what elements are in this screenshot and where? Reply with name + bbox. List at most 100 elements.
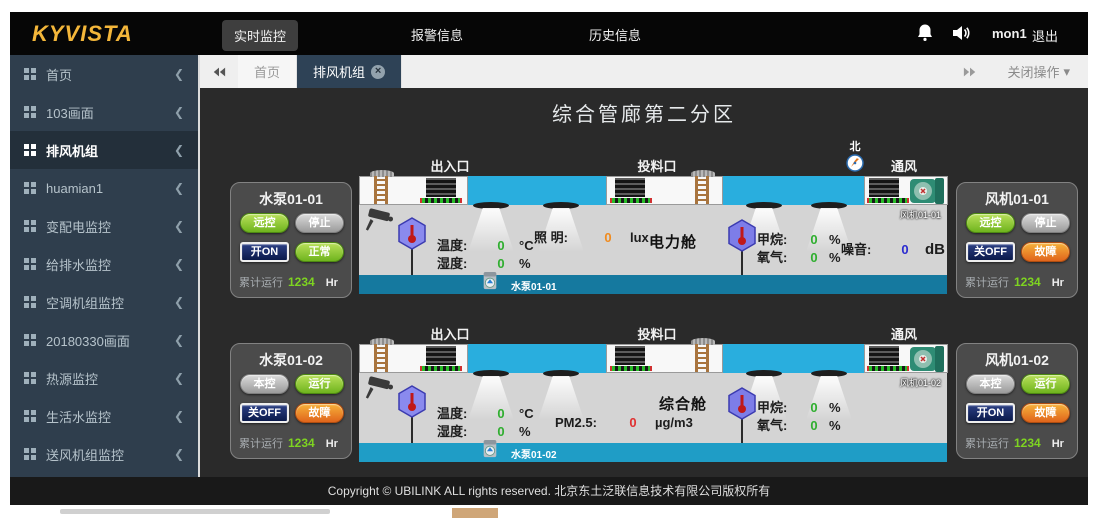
oxygen-reading: 氧气: 0 % [757,415,841,434]
stairs-icon [426,346,456,365]
sidebar-item-supply-fan-unit[interactable]: 送风机组监控 ❮ [10,435,198,473]
stairs-icon [615,178,645,197]
tab-home[interactable]: 首页 [238,55,297,88]
remote-control-button[interactable]: 远控 [966,213,1015,233]
status-fault-lamp: 故障 [1021,403,1070,423]
tunnel-top-duct [359,176,947,205]
close-operations-menu[interactable]: 关闭操作 ▾ [989,55,1088,88]
stairs-icon [426,178,456,197]
entrance-label: 出入口 [430,324,469,343]
copyright-footer: Copyright © UBILINK ALL rights reserved.… [10,477,1088,505]
pump-icon [481,269,499,293]
led-strip-icon [610,198,652,203]
grid-icon [24,68,36,80]
ceiling-lamp-icon [746,370,782,377]
grid-icon [24,372,36,384]
runtime-counter: 累计运行1234Hr [239,274,338,290]
tab-exhaust-fan-unit[interactable]: 排风机组 × [297,55,402,88]
status-stopped-lamp: 停止 [295,213,344,233]
sidebar-item-heat-source[interactable]: 热源监控 ❮ [10,359,198,397]
local-control-button[interactable]: 本控 [240,374,289,394]
ceiling-lamp-icon [543,202,579,209]
chevron-left-icon: ❮ [174,143,184,157]
led-strip-icon [867,366,909,371]
cutoff-element [452,508,498,518]
chevron-left-icon: ❮ [174,181,184,195]
pump-card-01-01: 水泵01-01 远控 停止 开ON 正常 累计运行1234Hr [230,182,352,298]
pm25-reading: PM2.5: 0 µg/m3 [555,415,693,430]
ladder-icon [374,344,388,372]
temperature-reading: 温度: 0 °C [437,403,534,422]
cabin-label: 电力舱 [649,231,697,252]
sidebar-item-hvac-unit[interactable]: 空调机组监控 ❮ [10,283,198,321]
ceiling-lamp-icon [811,370,847,377]
oxygen-reading: 氧气: 0 % [757,247,841,266]
sidebar-item-home[interactable]: 首页 ❮ [10,55,198,93]
status-fault-lamp: 故障 [1021,242,1070,262]
scroll-tabs-left-icon[interactable] [200,55,238,88]
entrance-box [359,176,468,205]
chevron-left-icon: ❮ [174,219,184,233]
ladder-icon [374,176,388,204]
nav-alarm-info[interactable]: 报警信息 [411,25,463,44]
nav-realtime-monitor[interactable]: 实时监控 [222,20,298,51]
grid-icon [24,106,36,118]
fan-card-01-01: 风机01-01 远控 停止 关OFF 故障 累计运行1234Hr [956,182,1078,298]
status-normal-lamp: 正常 [295,242,344,262]
fan-card-01-02: 风机01-02 本控 运行 开ON 故障 累计运行1234Hr [956,343,1078,459]
power-off-button[interactable]: 关OFF [966,242,1015,262]
tunnel-top-duct [359,344,947,373]
logout-link[interactable]: 退出 [1032,26,1058,45]
tunnel-floor-strip: 水泵01-02 [359,443,947,462]
pump-tag-label: 水泵01-01 [511,278,557,293]
chevron-left-icon: ❮ [174,67,184,81]
temperature-sensor-icon [397,217,427,251]
scada-canvas: 综合管廊第二分区 北 水泵01-01 远控 停止 开ON 正常 [200,88,1088,477]
north-label: 北 [845,138,865,154]
chevron-left-icon: ❮ [174,447,184,461]
sidebar-item-20180330-screen[interactable]: 20180330画面 ❮ [10,321,198,359]
power-on-button[interactable]: 开ON [966,403,1015,423]
sidebar-item-water-drainage[interactable]: 给排水监控 ❮ [10,245,198,283]
led-strip-icon [610,366,652,371]
pump-card-01-02: 水泵01-02 本控 运行 关OFF 故障 累计运行1234Hr [230,343,352,459]
nav-history-info[interactable]: 历史信息 [589,25,641,44]
ceiling-lamp-icon [543,370,579,377]
fan-tag-label: 风机01-02 [900,376,941,389]
feed-port-label: 投料口 [637,156,676,175]
tab-close-icon[interactable]: × [371,65,385,79]
sidebar-item-huamian1[interactable]: huamian1 ❮ [10,169,198,207]
bell-icon[interactable] [915,23,935,43]
brand-logo: KYVISTA [32,21,133,47]
fan-machine-icon [909,346,945,372]
sidebar: 首页 ❮ 103画面 ❮ 排风机组 ❮ huamian1 ❮ 变配电监控 [10,55,198,477]
feed-port-box [606,176,723,205]
grid-icon [24,410,36,422]
chevron-left-icon: ❮ [174,257,184,271]
tunnel-interior: 温度: 0 °C 湿度: 0 % 照 明: 0 lux [359,205,947,275]
illumination-reading: 照 明: 0 lux [534,227,649,246]
grid-icon [24,144,36,156]
sidebar-item-power-distribution[interactable]: 变配电监控 ❮ [10,207,198,245]
power-off-button[interactable]: 关OFF [240,403,289,423]
sidebar-item-103-screen[interactable]: 103画面 ❮ [10,93,198,131]
local-control-button[interactable]: 本控 [966,374,1015,394]
ladder-icon [695,344,709,372]
sidebar-item-exhaust-fan-unit[interactable]: 排风机组 ❮ [10,131,198,169]
cctv-camera-icon [363,207,401,233]
ceiling-lamp-icon [473,370,509,377]
page-title: 综合管廊第二分区 [200,98,1088,127]
vent-box [864,176,948,205]
remote-control-button[interactable]: 远控 [240,213,289,233]
led-strip-icon [420,366,462,371]
scroll-tabs-right-icon[interactable] [951,55,989,88]
speaker-icon[interactable] [950,23,970,43]
status-running-lamp: 运行 [295,374,344,394]
ladder-icon [695,176,709,204]
sidebar-item-domestic-water[interactable]: 生活水监控 ❮ [10,397,198,435]
chevron-left-icon: ❮ [174,371,184,385]
power-on-button[interactable]: 开ON [240,242,289,262]
runtime-counter: 累计运行1234Hr [965,274,1064,290]
gas-sensor-icon [727,387,757,421]
grid-icon [24,448,36,460]
